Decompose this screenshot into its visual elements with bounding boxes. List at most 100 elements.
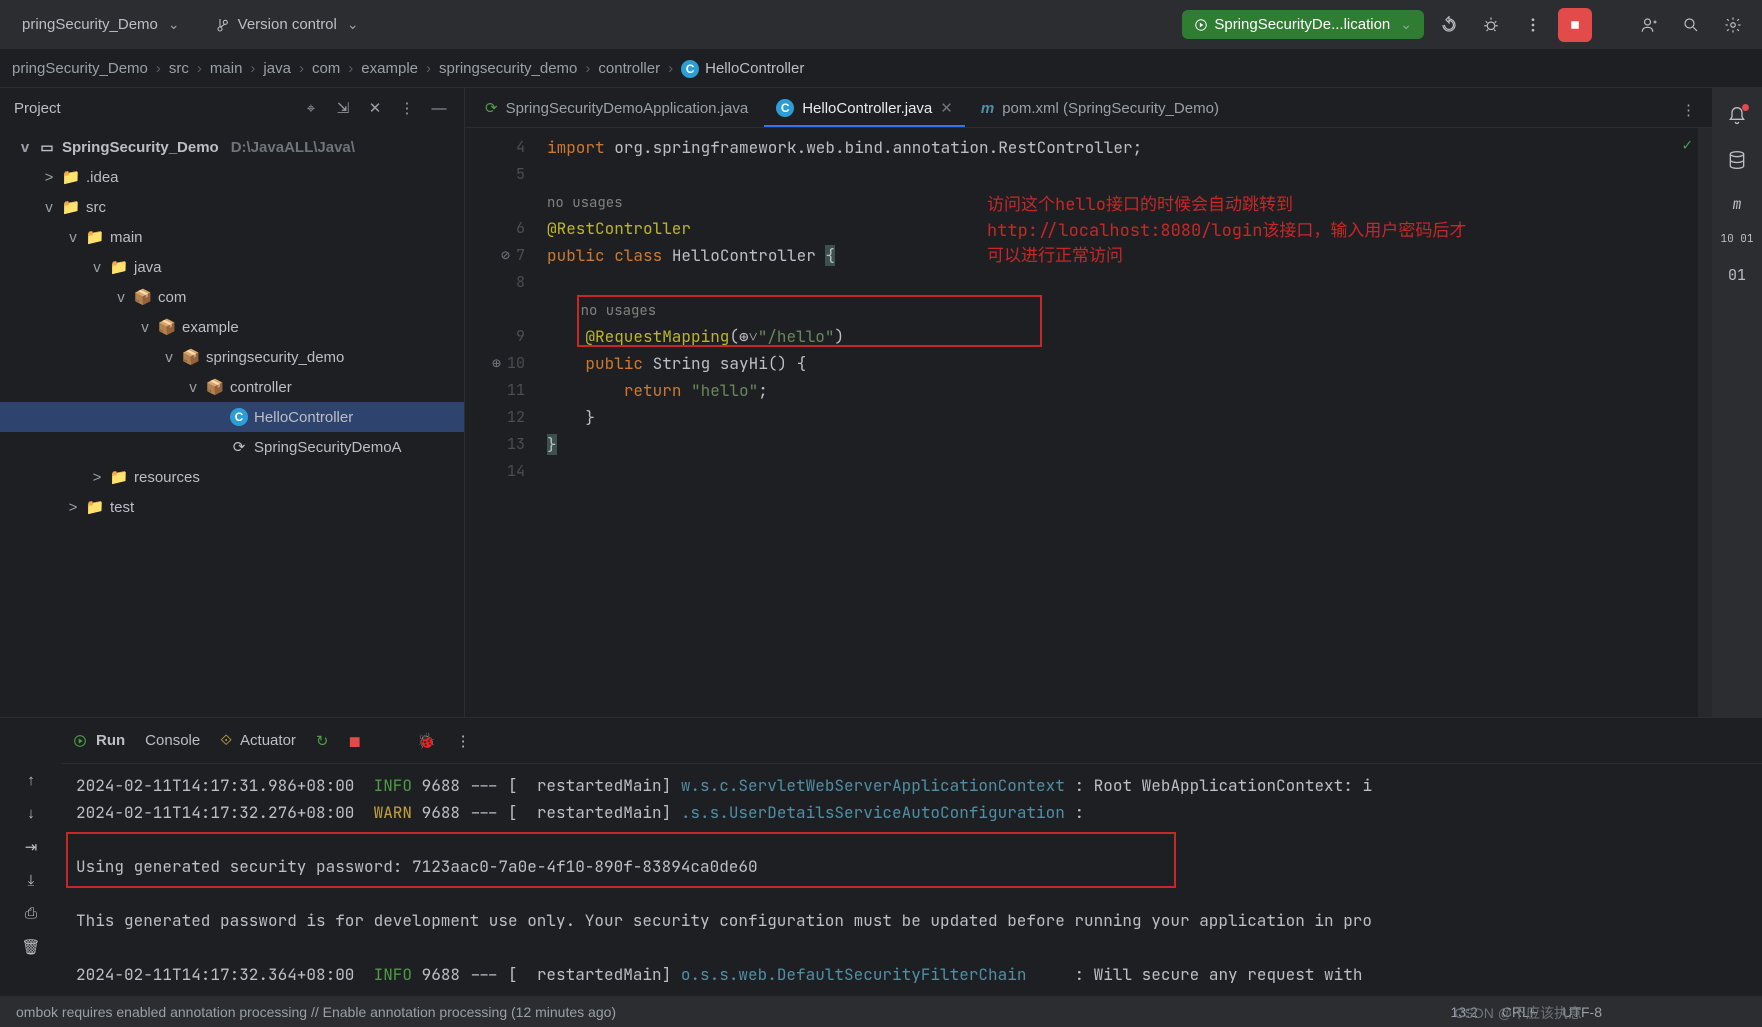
line-number[interactable]: [465, 296, 525, 323]
breadcrumb-item[interactable]: pringSecurity_Demo: [12, 60, 148, 77]
code-line[interactable]: [547, 161, 1712, 188]
tabs-menu-icon[interactable]: ⋮: [1673, 93, 1704, 127]
tree-node[interactable]: v📦controller: [0, 372, 464, 402]
tree-node[interactable]: v📁src: [0, 192, 464, 222]
debug-console-icon[interactable]: 🐞: [417, 732, 436, 750]
code-line[interactable]: }: [547, 431, 1712, 458]
breadcrumb-item[interactable]: example: [361, 60, 418, 77]
line-number[interactable]: 12: [465, 404, 525, 431]
breadcrumb-item[interactable]: com: [312, 60, 340, 77]
status-message[interactable]: ombok requires enabled annotation proces…: [16, 1004, 616, 1020]
tree-node[interactable]: >📁test: [0, 492, 464, 522]
line-number[interactable]: 11: [465, 377, 525, 404]
actuator-tab[interactable]: ⟐Actuator: [220, 732, 296, 749]
print-icon[interactable]: ⎙: [25, 905, 37, 922]
code-line[interactable]: return "hello";: [547, 377, 1712, 404]
breadcrumb-item[interactable]: controller: [598, 60, 660, 77]
delete-icon[interactable]: 🗑: [21, 938, 40, 956]
log-line[interactable]: This generated password is for developme…: [76, 907, 1762, 934]
search-icon[interactable]: [1674, 8, 1708, 42]
project-tree[interactable]: v▭SpringSecurity_DemoD:\JavaALL\Java\>📁.…: [0, 128, 464, 717]
console-output[interactable]: 2024-02-11T14:17:31.986+08:00 INFO 9688 …: [62, 764, 1762, 995]
project-view-selector[interactable]: Project: [14, 100, 61, 117]
code-line[interactable]: no usages: [547, 296, 1712, 323]
console-more-icon[interactable]: ⋮: [456, 732, 471, 750]
notifications-icon[interactable]: [1727, 106, 1747, 130]
line-number[interactable]: 4: [465, 134, 525, 161]
code-line[interactable]: @RestController: [547, 215, 1712, 242]
log-line[interactable]: 2024-02-11T14:17:31.986+08:00 INFO 9688 …: [76, 772, 1762, 799]
line-number[interactable]: ⊕10: [465, 350, 525, 377]
panel-options-icon[interactable]: ⋮: [396, 97, 418, 119]
code-editor[interactable]: 45 6⊘78 9⊕1011121314 访问这个hello接口的时候会自动跳转到 …: [465, 128, 1712, 717]
tree-node[interactable]: >📁.idea: [0, 162, 464, 192]
select-opened-file-icon[interactable]: ⌖: [300, 97, 322, 119]
breadcrumb-file[interactable]: CHelloController: [681, 60, 804, 78]
rerun-console-icon[interactable]: ↻: [316, 732, 329, 750]
breadcrumb-item[interactable]: java: [263, 60, 291, 77]
line-number[interactable]: 5: [465, 161, 525, 188]
code-line[interactable]: public class HelloController {: [547, 242, 1712, 269]
breadcrumb-item[interactable]: springsecurity_demo: [439, 60, 577, 77]
scroll-to-end-icon[interactable]: ⤓: [28, 872, 35, 889]
editor-tab[interactable]: CHelloController.java✕: [764, 91, 965, 127]
stop-button[interactable]: [1558, 8, 1592, 42]
code-line[interactable]: @RequestMapping(⊕˅"/hello"): [547, 323, 1712, 350]
tree-node[interactable]: v📦springsecurity_demo: [0, 342, 464, 372]
line-number[interactable]: 13: [465, 431, 525, 458]
stop-console-icon[interactable]: ◼: [349, 732, 361, 750]
line-number[interactable]: 9: [465, 323, 525, 350]
maven-icon[interactable]: m: [1732, 194, 1741, 214]
settings-icon[interactable]: [1716, 8, 1750, 42]
run-configuration[interactable]: SpringSecurityDe...lication: [1182, 10, 1424, 39]
tree-node[interactable]: v📦example: [0, 312, 464, 342]
gutter-icon[interactable]: ⊘: [501, 242, 510, 269]
line-number[interactable]: 14: [465, 458, 525, 485]
code-line[interactable]: no usages: [547, 188, 1712, 215]
database-icon[interactable]: [1727, 150, 1747, 174]
hide-panel-icon[interactable]: —: [428, 97, 450, 119]
breadcrumb-item[interactable]: main: [210, 60, 243, 77]
scroll-down-icon[interactable]: ↓: [27, 805, 35, 822]
inspection-ok-icon[interactable]: ✓: [1682, 134, 1692, 155]
gutter-icon[interactable]: ⊕: [492, 350, 501, 377]
vcs-menu[interactable]: Version control: [206, 10, 369, 39]
binary-icon-1[interactable]: 10 01: [1721, 234, 1754, 245]
code-area[interactable]: 访问这个hello接口的时候会自动跳转到 http://localhost:80…: [537, 128, 1712, 717]
editor-tab[interactable]: ⟳SpringSecurityDemoApplication.java: [473, 91, 760, 127]
line-number[interactable]: ⊘7: [465, 242, 525, 269]
tree-root[interactable]: v▭SpringSecurity_DemoD:\JavaALL\Java\: [0, 132, 464, 162]
rerun-icon[interactable]: [1432, 8, 1466, 42]
console-tab[interactable]: Console: [145, 732, 200, 749]
code-line[interactable]: import org.springframework.web.bind.anno…: [547, 134, 1712, 161]
soft-wrap-icon[interactable]: ⇥: [25, 838, 38, 856]
line-number[interactable]: 8: [465, 269, 525, 296]
editor-tab[interactable]: mpom.xml (SpringSecurity_Demo): [969, 92, 1231, 127]
code-line[interactable]: public String sayHi() {: [547, 350, 1712, 377]
line-number[interactable]: 6: [465, 215, 525, 242]
log-line[interactable]: [76, 934, 1762, 961]
code-line[interactable]: [547, 269, 1712, 296]
run-tab[interactable]: Run: [72, 732, 125, 749]
line-number[interactable]: [465, 188, 525, 215]
close-tab-icon[interactable]: ✕: [940, 99, 953, 117]
breadcrumb-item[interactable]: src: [169, 60, 189, 77]
tree-node[interactable]: >📁resources: [0, 462, 464, 492]
debug-icon[interactable]: [1474, 8, 1508, 42]
code-line[interactable]: [547, 458, 1712, 485]
tree-node[interactable]: v📦com: [0, 282, 464, 312]
code-line[interactable]: }: [547, 404, 1712, 431]
more-actions-icon[interactable]: [1516, 8, 1550, 42]
expand-all-icon[interactable]: ⇲: [332, 97, 354, 119]
log-line[interactable]: 2024-02-11T14:17:32.276+08:00 WARN 9688 …: [76, 799, 1762, 826]
log-line[interactable]: 2024-02-11T14:17:32.364+08:00 INFO 9688 …: [76, 961, 1762, 988]
tree-node[interactable]: v📁main: [0, 222, 464, 252]
scroll-up-icon[interactable]: ↑: [27, 772, 35, 789]
binary-icon-2[interactable]: 01: [1728, 265, 1746, 285]
collapse-all-icon[interactable]: ✕: [364, 97, 386, 119]
tree-node[interactable]: v📁java: [0, 252, 464, 282]
project-selector[interactable]: pringSecurity_Demo: [12, 10, 190, 39]
tree-node[interactable]: ⟳SpringSecurityDemoA: [0, 432, 464, 462]
editor-scrollbar[interactable]: [1698, 128, 1712, 717]
tree-node[interactable]: CHelloController: [0, 402, 464, 432]
